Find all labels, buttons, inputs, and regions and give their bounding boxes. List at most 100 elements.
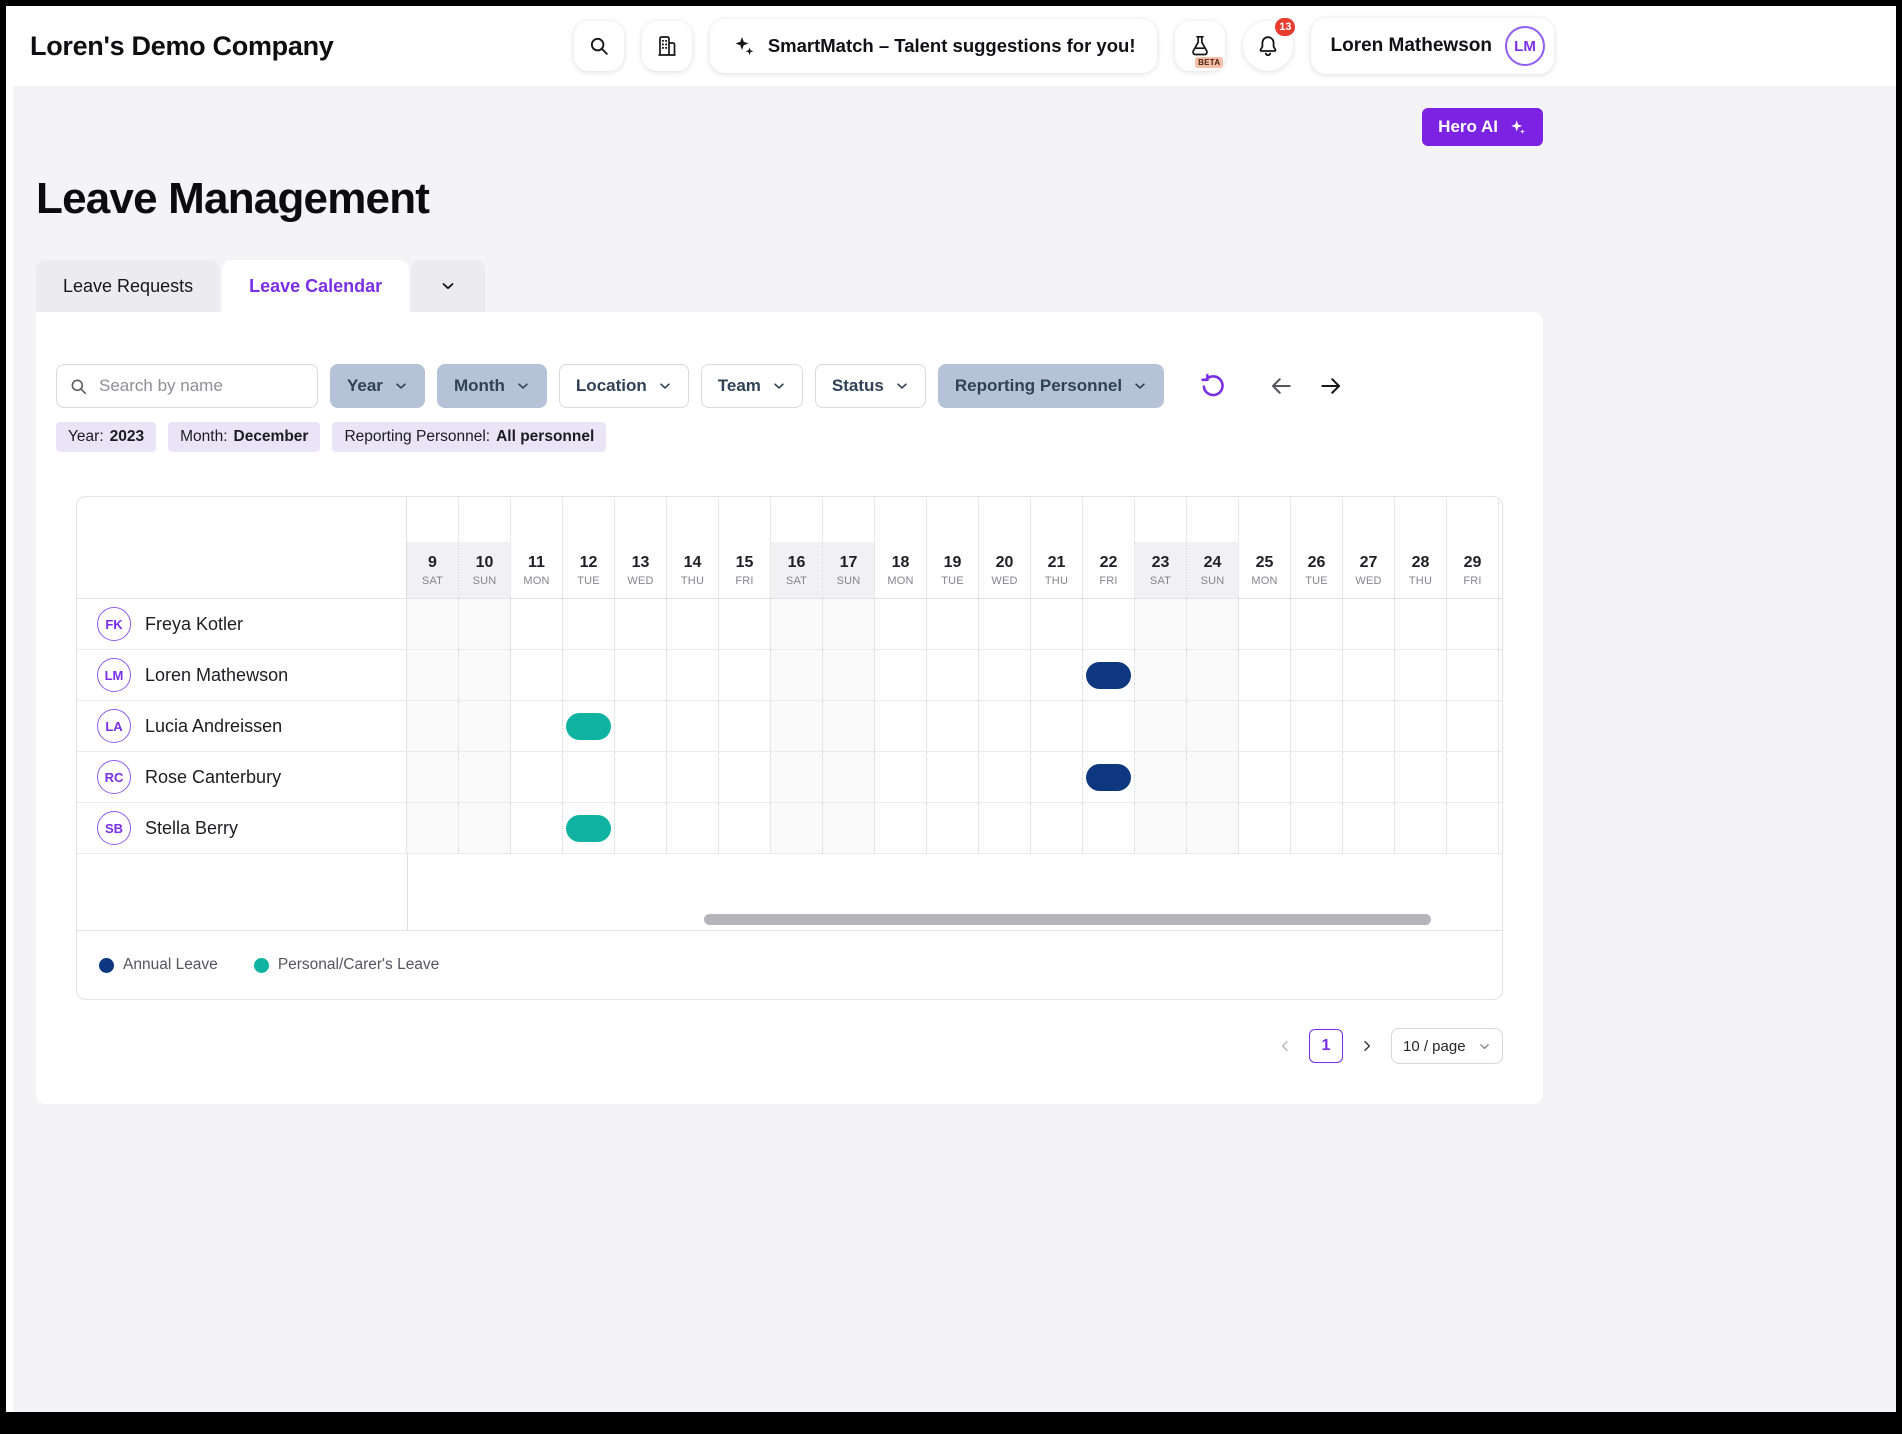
previous-period-button[interactable]	[1266, 371, 1296, 401]
annual-leave-pill[interactable]	[1086, 764, 1131, 791]
day-cell-24	[1187, 803, 1239, 853]
day-cell-12	[563, 803, 615, 853]
search-input[interactable]	[97, 375, 305, 397]
organisation-button[interactable]	[642, 21, 692, 71]
employee-cell: RCRose Canterbury	[77, 752, 407, 802]
smartmatch-button[interactable]: SmartMatch – Talent suggestions for you!	[710, 19, 1158, 73]
day-cell-20	[979, 701, 1031, 751]
calendar-row-rose-canterbury: RCRose Canterbury	[77, 752, 1502, 803]
tab-bar: Leave Requests Leave Calendar	[36, 260, 1543, 312]
bell-icon	[1256, 34, 1280, 58]
user-avatar: LM	[1505, 26, 1545, 66]
day-cell-14	[667, 599, 719, 649]
chevron-down-icon	[440, 278, 456, 294]
day-cell-25	[1239, 701, 1291, 751]
page-size-value: 10 / page	[1403, 1038, 1466, 1055]
day-cell-15	[719, 701, 771, 751]
employee-name: Loren Mathewson	[145, 665, 288, 686]
day-cell-23	[1135, 752, 1187, 802]
filter-label: Reporting Personnel	[955, 376, 1122, 396]
chevron-right-icon	[1359, 1038, 1375, 1054]
top-bar: Loren's Demo Company SmartMatch – Talent…	[6, 6, 1896, 86]
day-cell-14	[667, 803, 719, 853]
day-header-12: 12TUE	[563, 497, 615, 598]
horizontal-scrollbar[interactable]	[704, 914, 1431, 925]
next-period-button[interactable]	[1316, 371, 1346, 401]
day-cell-12	[563, 650, 615, 700]
day-cell-11	[511, 701, 563, 751]
day-header-16: 16SAT	[771, 497, 823, 598]
global-search-button[interactable]	[574, 21, 624, 71]
day-cell-21	[1031, 650, 1083, 700]
day-cell-28	[1395, 803, 1447, 853]
reset-filters-button[interactable]	[1192, 365, 1234, 407]
filter-year[interactable]: Year	[330, 364, 425, 408]
calendar-row-loren-mathewson: LMLoren Mathewson	[77, 650, 1502, 701]
day-cell-19	[927, 803, 979, 853]
annual-leave-pill[interactable]	[1086, 662, 1131, 689]
day-cell-13	[615, 599, 667, 649]
day-cell-17	[823, 599, 875, 649]
day-cell-26	[1291, 599, 1343, 649]
page-number-button[interactable]: 1	[1309, 1029, 1343, 1063]
employee-name: Lucia Andreissen	[145, 716, 282, 737]
filter-dropdown-group: Year Month Location Team Status Reporting Per…	[330, 364, 1164, 408]
day-cell-11	[511, 752, 563, 802]
beta-badge: BETA	[1195, 57, 1223, 68]
leave-calendar-panel: Year Month Location Team Status Reporting Per…	[36, 312, 1543, 1104]
chevron-down-icon	[772, 379, 786, 393]
avatar: FK	[97, 607, 131, 641]
filter-status[interactable]: Status	[815, 364, 926, 408]
day-cell-19	[927, 599, 979, 649]
tab-leave-calendar[interactable]: Leave Calendar	[222, 260, 409, 312]
chevron-down-icon	[394, 379, 408, 393]
chevron-down-icon	[1133, 379, 1147, 393]
next-page-button[interactable]	[1355, 1034, 1379, 1058]
smartmatch-label: SmartMatch – Talent suggestions for you!	[768, 35, 1136, 57]
filter-team[interactable]: Team	[701, 364, 803, 408]
day-header-10: 10SUN	[459, 497, 511, 598]
day-cell-29	[1447, 701, 1499, 751]
day-cell-14	[667, 650, 719, 700]
tab-more-dropdown[interactable]	[411, 260, 485, 312]
tab-leave-requests[interactable]: Leave Requests	[36, 260, 220, 312]
day-cell-26	[1291, 803, 1343, 853]
day-cell-13	[615, 752, 667, 802]
day-header-11: 11MON	[511, 497, 563, 598]
day-cell-18	[875, 701, 927, 751]
sparkle-icon	[1508, 118, 1527, 137]
labs-button[interactable]: BETA	[1175, 21, 1225, 71]
user-menu-button[interactable]: Loren Mathewson LM	[1311, 18, 1554, 74]
arrow-left-icon	[1268, 373, 1294, 399]
day-cell-19	[927, 650, 979, 700]
sparkle-icon	[732, 34, 756, 58]
chevron-down-icon	[658, 379, 672, 393]
page-size-select[interactable]: 10 / page	[1391, 1028, 1503, 1064]
calendar-footer-area	[77, 854, 1502, 930]
personal-leave-pill[interactable]	[566, 815, 611, 842]
avatar: SB	[97, 811, 131, 845]
personal-leave-pill[interactable]	[566, 713, 611, 740]
day-cell-25	[1239, 599, 1291, 649]
day-cell-16	[771, 752, 823, 802]
calendar-body: FKFreya KotlerLMLoren MathewsonLALucia A…	[77, 599, 1502, 854]
day-cell-12	[563, 701, 615, 751]
filter-month[interactable]: Month	[437, 364, 547, 408]
notifications-button[interactable]: 13	[1243, 21, 1293, 71]
day-cell-11	[511, 650, 563, 700]
day-cell-filler	[1499, 752, 1502, 802]
employee-cell: SBStella Berry	[77, 803, 407, 853]
filter-location[interactable]: Location	[559, 364, 689, 408]
chevron-down-icon	[1478, 1040, 1491, 1053]
day-cell-filler	[1499, 650, 1502, 700]
calendar-corner-cell	[77, 497, 407, 598]
day-cell-20	[979, 752, 1031, 802]
leave-calendar: 9SAT10SUN11MON12TUE13WED14THU15FRI16SAT1…	[76, 496, 1503, 1000]
hero-ai-button[interactable]: Hero AI	[1422, 108, 1543, 146]
day-cell-filler	[1499, 599, 1502, 649]
previous-page-button[interactable]	[1273, 1034, 1297, 1058]
day-cell-10	[459, 701, 511, 751]
applied-filter-chip: Reporting Personnel:All personnel	[332, 422, 606, 452]
filter-reporting-personnel[interactable]: Reporting Personnel	[938, 364, 1164, 408]
page-content: Hero AI Leave Management Leave Requests …	[6, 86, 1896, 1412]
